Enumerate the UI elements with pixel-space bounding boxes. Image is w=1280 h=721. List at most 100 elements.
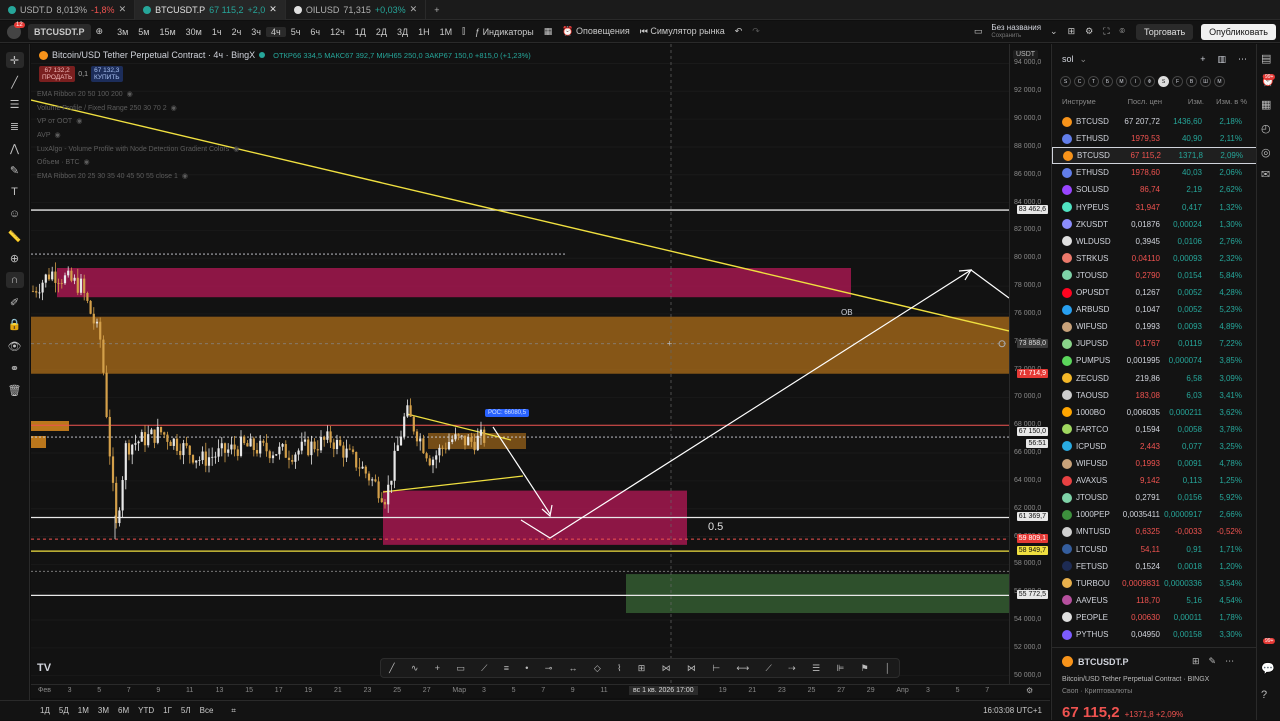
watchlist-row[interactable]: SOLUSD 86,74 2,19 2,62% xyxy=(1052,181,1257,198)
rect-tool-icon[interactable]: ▭ xyxy=(456,663,465,674)
calendar-rail-icon[interactable]: ◴ xyxy=(1261,122,1271,135)
eye-icon[interactable]: ◉ xyxy=(55,132,61,139)
watchlist-row[interactable]: PYTHUS 0,04950 0,00158 3,30% xyxy=(1052,626,1257,643)
crosshair-icon[interactable]: ✛ xyxy=(5,52,24,68)
eye-icon[interactable]: ◉ xyxy=(182,173,188,180)
watchlist-row[interactable]: WLDUSD 0,3945 0,0106 2,76% xyxy=(1052,233,1257,250)
trash-icon[interactable]: 🗑 xyxy=(6,382,24,398)
camera-icon[interactable]: ⌾ xyxy=(1115,26,1130,37)
layout-icon[interactable]: ▭ xyxy=(969,26,988,37)
filter-chip[interactable]: F xyxy=(1172,76,1183,87)
axis-settings-icon[interactable]: ⚙ xyxy=(1026,686,1033,695)
interval-11[interactable]: 1Д xyxy=(350,27,371,37)
filter-chip[interactable]: B xyxy=(1186,76,1197,87)
watchlist-row[interactable]: ZKUSDT 0,01876 0,00024 1,30% xyxy=(1052,216,1257,233)
replay-button[interactable]: ⏮ Симулятор рынка xyxy=(635,26,730,37)
chevron-down-icon[interactable]: ⌄ xyxy=(1080,54,1088,65)
trade-button[interactable]: Торговать xyxy=(1135,23,1194,40)
emoji-icon[interactable]: ☺ xyxy=(6,206,24,222)
watchlist-row[interactable]: PUMPUS 0,001995 0,000074 3,85% xyxy=(1052,352,1257,369)
interval-14[interactable]: 1Н xyxy=(413,27,435,37)
user-avatar[interactable]: 12 xyxy=(0,21,28,43)
interval-15[interactable]: 1М xyxy=(435,27,458,37)
grid-icon[interactable]: ⊞ xyxy=(1192,656,1200,667)
ruler-icon[interactable]: 📏 xyxy=(6,228,24,244)
lock-icon[interactable]: 🔒 xyxy=(6,316,24,332)
range-7[interactable]: 5Л xyxy=(177,706,195,715)
filter-chip[interactable]: Ф xyxy=(1144,76,1155,87)
fullscreen-icon[interactable]: ⛶ xyxy=(1098,26,1114,37)
range-tool-icon[interactable]: ⊢ xyxy=(712,663,720,674)
browser-tab-0[interactable]: USDT.D 8,013% -1,8% ✕ xyxy=(0,0,136,20)
filter-chip[interactable]: T xyxy=(1088,76,1099,87)
price-axis[interactable]: USDT 94 000,0 92 000,0 90 000,0 88 000,0 86 … xyxy=(1009,44,1050,684)
interval-5[interactable]: 2ч xyxy=(227,27,247,37)
watchlist-row[interactable]: 1000BO 0,006035 0,000211 3,62% xyxy=(1052,404,1257,421)
currency-selector[interactable]: USDT xyxy=(1013,50,1039,59)
watchlist-rail-icon[interactable]: ▤ xyxy=(1261,52,1271,65)
details-symbol[interactable]: BTCUSDT.P xyxy=(1078,657,1129,667)
interval-2[interactable]: 15м xyxy=(154,27,180,37)
edit-icon[interactable]: ✎ xyxy=(1209,656,1217,667)
vline-tool-icon[interactable]: │ xyxy=(885,663,891,673)
alerts-button[interactable]: ⏰ Оповещения xyxy=(557,26,634,37)
range-3[interactable]: 3М xyxy=(94,706,113,715)
triangle-line[interactable] xyxy=(382,475,524,493)
range-8[interactable]: Все xyxy=(196,706,218,715)
interval-12[interactable]: 2Д xyxy=(371,27,392,37)
watchlist-row[interactable]: AVAXUS 9,142 0,113 1,25% xyxy=(1052,472,1257,489)
lock-drawing-icon[interactable]: ✐ xyxy=(6,294,24,310)
browser-tab-2[interactable]: OILUSD 71,315 +0,03% ✕ xyxy=(286,0,427,20)
watchlist-row[interactable]: ETHUSD 1979,53 40,90 2,11% xyxy=(1052,130,1257,147)
help-icon[interactable]: ? xyxy=(1261,689,1267,701)
horizontal-lines-icon[interactable]: ☰ xyxy=(6,96,24,112)
chat-rail-icon[interactable]: ▦ xyxy=(1261,98,1271,111)
range-0[interactable]: 1Д xyxy=(36,706,54,715)
watchlist-name[interactable]: sol xyxy=(1062,54,1074,64)
layout-name-button[interactable]: Без названия Сохранить xyxy=(987,23,1045,40)
interval-9[interactable]: 6ч xyxy=(305,27,325,37)
watchlist-row[interactable]: FETUSD 0,1524 0,0018 1,20% xyxy=(1052,558,1257,575)
range-4[interactable]: 6М xyxy=(114,706,133,715)
pattern-icon[interactable]: ⋀ xyxy=(6,140,24,156)
fib-tool-icon[interactable]: ☰ xyxy=(812,663,820,674)
close-icon[interactable]: ✕ xyxy=(269,4,277,15)
zigzag-tool-icon[interactable]: ⋈ xyxy=(662,663,671,674)
projection-tool-icon[interactable]: ⟋ xyxy=(766,663,772,674)
sell-button[interactable]: 67 132,2 ПРОДАТЬ xyxy=(39,66,76,82)
watchlist-row[interactable]: JTOUSD 0,2790 0,0154 5,84% xyxy=(1052,267,1257,284)
interval-13[interactable]: 3Д xyxy=(392,27,413,37)
clock[interactable]: 16:03:08 UTC+1 xyxy=(983,706,1042,715)
close-icon[interactable]: ✕ xyxy=(410,4,418,15)
watchlist-row[interactable]: PEOPLE 0,00630 0,00011 1,78% xyxy=(1052,609,1257,626)
watchlist-row[interactable]: WIFUSD 0,1993 0,0091 4,78% xyxy=(1052,455,1257,472)
watchlist-row[interactable]: MNTUSD 0,6325 -0,0033 -0,52% xyxy=(1052,523,1257,540)
range-6[interactable]: 1Г xyxy=(159,706,176,715)
watchlist-row[interactable]: WIFUSD 0,1993 0,0093 4,89% xyxy=(1052,318,1257,335)
filter-chip[interactable]: C xyxy=(1074,76,1085,87)
news-rail-icon[interactable]: ✉ xyxy=(1261,168,1270,181)
buy-button[interactable]: 67 132,3 КУПИТЬ xyxy=(90,66,123,82)
xabcd-tool-icon[interactable]: ⋈ xyxy=(687,663,696,674)
compare-icon[interactable]: ⊕ xyxy=(91,26,109,37)
settings-icon[interactable]: ⚙ xyxy=(1080,26,1098,37)
channel-tool-icon[interactable]: ≡ xyxy=(504,663,509,673)
measure-tool-icon[interactable]: ⟷ xyxy=(736,663,749,674)
layout-chevron-icon[interactable]: ⌄ xyxy=(1045,26,1063,37)
chat-bubble-icon[interactable]: 💬 xyxy=(1261,662,1275,675)
range-5[interactable]: YTD xyxy=(134,706,158,715)
line-tool-icon[interactable]: ╱ xyxy=(389,663,394,674)
filter-chip-active[interactable]: S xyxy=(1158,76,1169,87)
filter-chip[interactable]: I xyxy=(1130,76,1141,87)
templates-icon[interactable]: ▦ xyxy=(539,26,558,37)
fib-icon[interactable]: ≣ xyxy=(6,118,24,134)
watchlist-row[interactable]: ZECUSD 219,86 6,58 3,09% xyxy=(1052,370,1257,387)
interval-1[interactable]: 5м xyxy=(133,27,154,37)
chart-canvas[interactable]: + Bitcoin/USD Tether Perpetual Contract … xyxy=(31,44,1009,684)
eye-icon[interactable]: ◉ xyxy=(233,146,239,153)
watchlist-row[interactable]: 1000PEP 0,0035411 0,0000917 2,66% xyxy=(1052,506,1257,523)
watchlist-row[interactable]: ETHUSD 1978,60 40,03 2,06% xyxy=(1052,164,1257,181)
eye-icon[interactable]: ◉ xyxy=(84,159,90,166)
watchlist-row[interactable]: JTOUSD 0,2791 0,0156 5,92% xyxy=(1052,489,1257,506)
indicator-item[interactable]: LuxAlgo - Volume Profile with Node Detec… xyxy=(37,143,239,157)
